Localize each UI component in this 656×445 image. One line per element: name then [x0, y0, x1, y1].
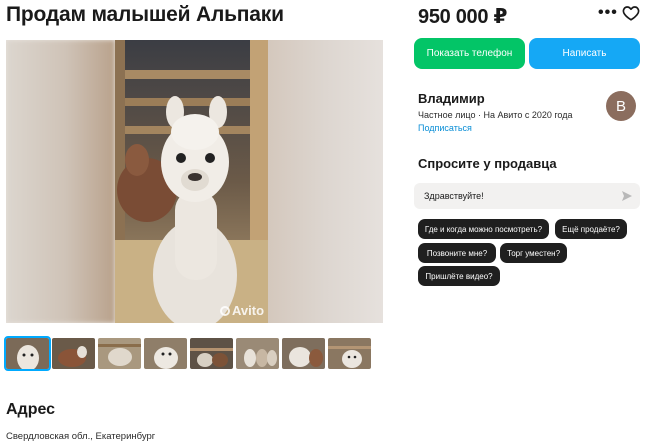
thumbnail-2[interactable]	[52, 338, 95, 369]
seller-name[interactable]: Владимир	[418, 91, 485, 106]
question-chip-view[interactable]: Где и когда можно посмотреть?	[418, 219, 549, 239]
message-input[interactable]: Здравствуйте!	[414, 183, 640, 209]
listing-title: Продам малышей Альпаки	[6, 3, 284, 26]
thumbnail-3[interactable]	[98, 338, 141, 369]
gallery-blur-right	[268, 40, 383, 323]
send-icon[interactable]	[622, 191, 632, 201]
thumbnail-5[interactable]	[190, 338, 233, 369]
seller-info: Частное лицо · На Авито с 2020 года	[418, 110, 573, 120]
seller-since: На Авито с 2020 года	[483, 110, 573, 120]
thumbnail-strip	[4, 336, 371, 371]
gallery-blur-left	[6, 40, 115, 323]
message-input-value: Здравствуйте!	[424, 191, 484, 201]
avito-logo-icon	[220, 306, 230, 316]
thumbnail-6[interactable]	[236, 338, 279, 369]
heart-icon[interactable]	[622, 4, 640, 22]
question-chip-still-selling[interactable]: Ещё продаёте?	[555, 219, 627, 239]
show-phone-button[interactable]: Показать телефон	[414, 38, 525, 69]
address-heading: Адрес	[6, 401, 56, 418]
price: 950 000 ₽	[418, 6, 508, 28]
seller-info-separator: ·	[477, 110, 481, 120]
thumbnail-1[interactable]	[4, 336, 51, 371]
main-photo[interactable]	[115, 40, 268, 323]
thumbnail-7[interactable]	[282, 338, 325, 369]
thumbnail-4[interactable]	[144, 338, 187, 369]
question-chip-video[interactable]: Пришлёте видео?	[418, 266, 500, 286]
thumbnail-8[interactable]	[328, 338, 371, 369]
subscribe-link[interactable]: Подписаться	[418, 123, 472, 133]
address-text: Свердловская обл., Екатеринбург	[6, 431, 156, 442]
more-dots-icon[interactable]: •••	[598, 4, 618, 22]
ask-seller-heading: Спросите у продавца	[418, 156, 557, 171]
avito-watermark: Avito	[220, 303, 264, 318]
seller-type: Частное лицо	[418, 110, 476, 120]
avatar[interactable]: В	[606, 91, 636, 121]
question-chip-call-me[interactable]: Позвоните мне?	[418, 243, 496, 263]
write-message-button[interactable]: Написать	[529, 38, 640, 69]
photo-gallery[interactable]: Avito	[6, 40, 383, 323]
question-chip-bargain[interactable]: Торг уместен?	[500, 243, 567, 263]
